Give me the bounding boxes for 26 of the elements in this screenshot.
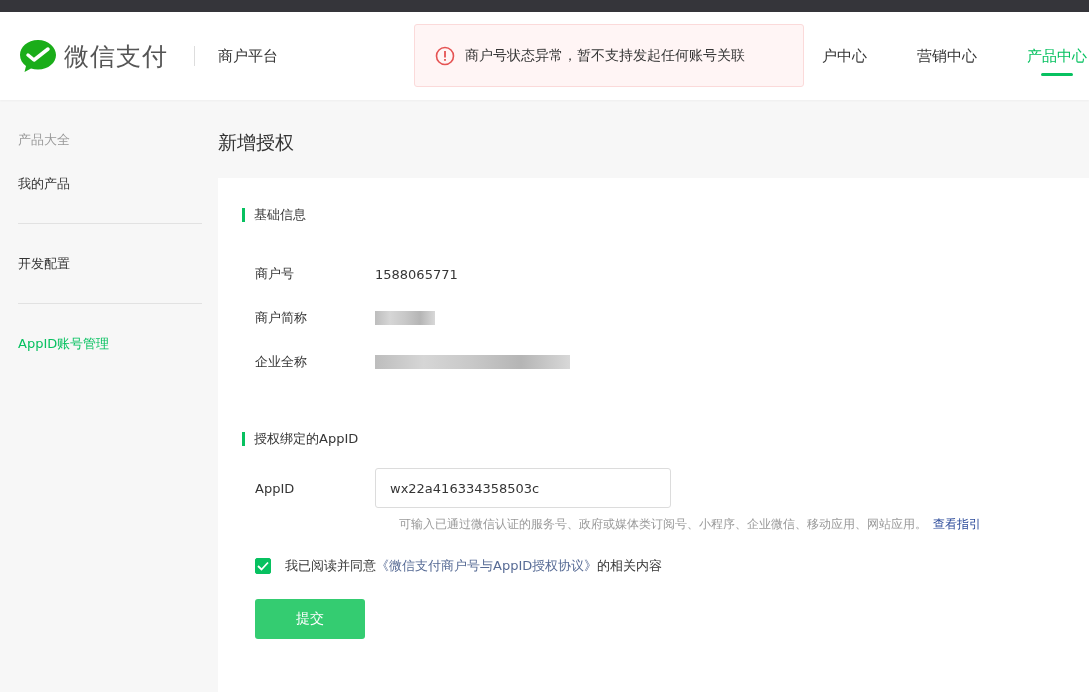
hint-text: 可输入已通过微信认证的服务号、政府或媒体类订阅号、小程序、企业微信、移动应用、网站应用。 — [399, 517, 927, 531]
sidebar-item[interactable]: 我的产品 — [18, 174, 202, 194]
agreement-link[interactable]: 《微信支付商户号与AppID授权协议》 — [376, 557, 598, 575]
blurred-value — [375, 311, 435, 325]
toast-message: 商户号状态异常，暂不支持发起任何账号关联 — [465, 46, 745, 65]
warning-icon — [435, 45, 455, 66]
sidebar-item[interactable]: 开发配置 — [18, 254, 202, 274]
agreement-checkbox[interactable] — [255, 558, 271, 574]
agreement-text: 我已阅读并同意 — [285, 557, 376, 575]
agreement-text: 的相关内容 — [597, 557, 663, 575]
page-title: 新增授权 — [218, 130, 295, 155]
sidebar-heading: 产品大全 — [18, 131, 71, 149]
field-label: 商户号 — [255, 265, 295, 283]
field-value: 1588065771 — [375, 266, 458, 282]
nav-tab[interactable]: 营销中心 — [917, 12, 977, 100]
platform-name: 商户平台 — [218, 46, 278, 66]
brand-name: 微信支付 — [64, 40, 168, 73]
nav-tab[interactable]: 户中心 — [822, 12, 867, 100]
field-label: 企业全称 — [255, 353, 308, 371]
section-title: 基础信息 — [242, 208, 1089, 222]
guide-link[interactable]: 查看指引 — [933, 517, 981, 531]
chat-bubble-check-icon — [18, 38, 58, 74]
field-label: AppID — [255, 480, 296, 496]
field-label: 商户简称 — [255, 309, 308, 327]
section-title: 授权绑定的AppID — [242, 432, 1089, 446]
appid-input[interactable]: wx22a416334358503c — [375, 468, 671, 508]
